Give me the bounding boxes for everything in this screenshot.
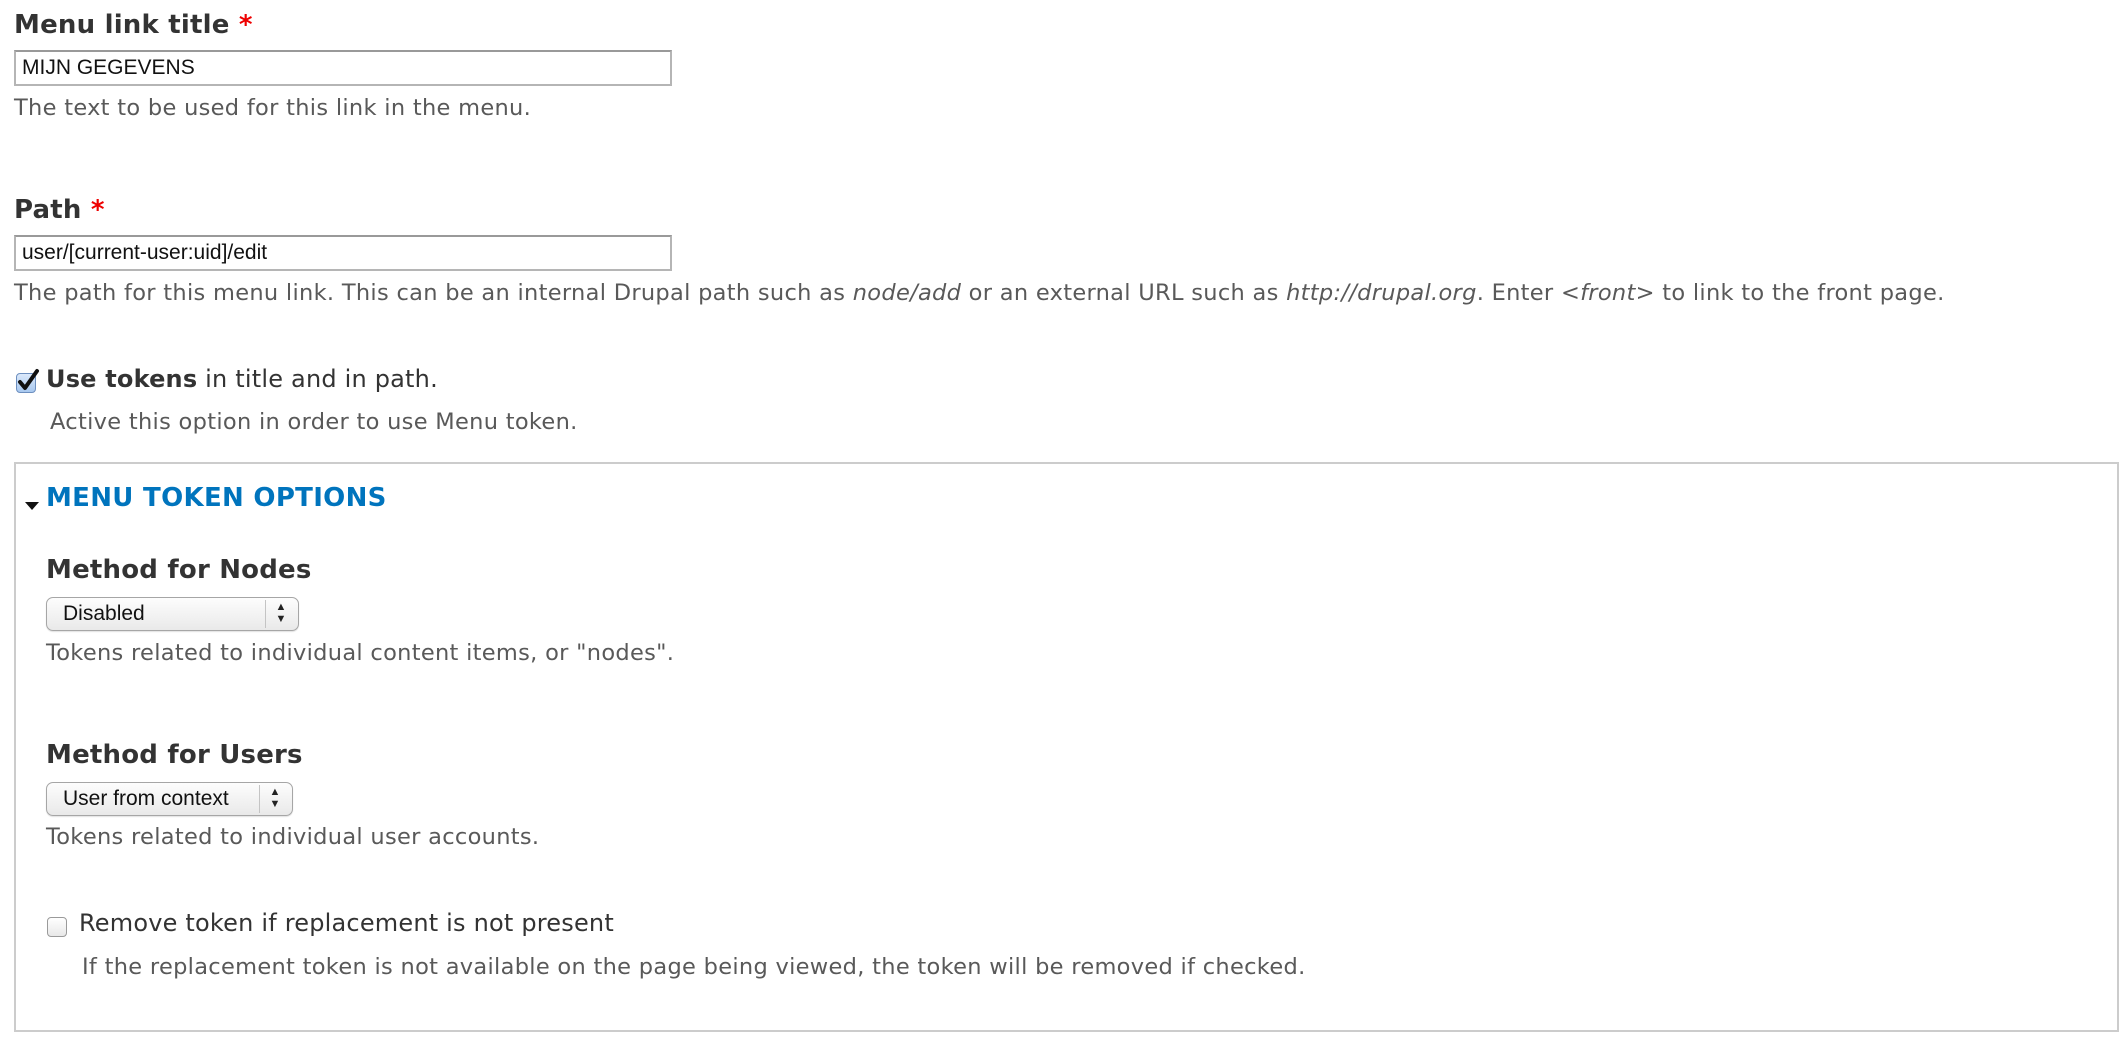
menu-token-options-fieldset [14, 462, 2119, 1032]
checkmark-icon [18, 369, 39, 390]
path-desc-text: The path for this menu link. This can be… [14, 280, 853, 306]
path-desc-example-internal: node/add [852, 280, 962, 306]
method-for-nodes-label: Method for Nodes [46, 555, 312, 585]
method-for-nodes-description: Tokens related to individual content ite… [46, 640, 675, 666]
fieldset-legend[interactable]: MENU TOKEN OPTIONS [46, 483, 387, 513]
use-tokens-checkbox[interactable] [16, 369, 39, 393]
use-tokens-description: Active this option in order to use Menu … [50, 409, 578, 435]
method-for-users-label: Method for Users [46, 740, 303, 770]
method-for-users-selected: User from context [63, 787, 229, 810]
use-tokens-label[interactable]: Use tokens in title and in path. [46, 365, 438, 393]
menu-link-title-input[interactable]: MIJN GEGEVENS [14, 50, 672, 86]
method-for-nodes-selected: Disabled [63, 602, 145, 625]
select-arrows-icon: ▲ ▼ [269, 786, 281, 810]
menu-link-title-label: Menu link title * [14, 10, 253, 40]
path-desc-text: to link to the front page. [1654, 280, 1945, 306]
path-desc-text: or an external URL such as [961, 280, 1287, 306]
path-desc-example-external: http://drupal.org [1286, 280, 1477, 306]
use-tokens-label-rest: in title and in path. [197, 365, 438, 393]
method-for-nodes-select[interactable]: Disabled ▲ ▼ [46, 597, 299, 631]
required-marker: * [238, 10, 253, 40]
remove-token-label[interactable]: Remove token if replacement is not prese… [79, 909, 614, 937]
menu-link-title-value: MIJN GEGEVENS [22, 56, 195, 79]
select-separator [259, 785, 260, 813]
remove-token-description: If the replacement token is not availabl… [82, 954, 1306, 980]
select-arrows-icon: ▲ ▼ [275, 601, 287, 625]
menu-link-title-description: The text to be used for this link in the… [14, 95, 532, 121]
collapse-triangle-icon[interactable] [25, 496, 39, 515]
required-marker: * [90, 195, 105, 225]
method-for-users-select[interactable]: User from context ▲ ▼ [46, 782, 293, 816]
path-input[interactable]: user/[current-user:uid]/edit [14, 235, 672, 271]
path-label-text: Path [14, 195, 82, 225]
path-desc-text: . Enter [1476, 280, 1561, 306]
remove-token-checkbox[interactable] [47, 917, 67, 937]
use-tokens-label-bold: Use tokens [46, 365, 198, 393]
path-value: user/[current-user:uid]/edit [22, 241, 268, 264]
menu-link-title-label-text: Menu link title [14, 10, 230, 40]
path-desc-example-front: <front> [1560, 280, 1655, 306]
method-for-users-description: Tokens related to individual user accoun… [46, 824, 540, 850]
select-separator [265, 600, 266, 628]
path-label: Path * [14, 195, 105, 225]
path-description: The path for this menu link. This can be… [14, 280, 1945, 306]
